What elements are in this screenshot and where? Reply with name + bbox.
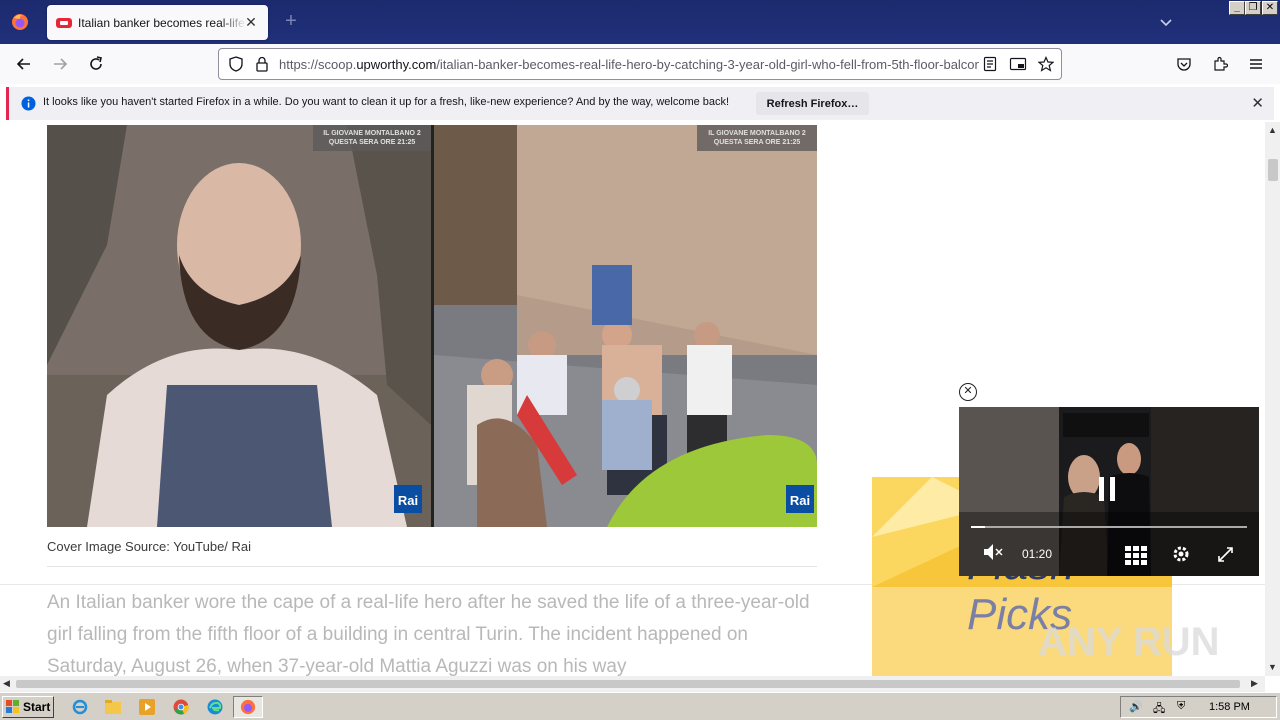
page-content: Rai IL GIOVANE MONTALBANO 2 QUESTA SERA …	[0, 122, 1265, 676]
divider	[47, 566, 817, 567]
reader-view-icon[interactable]	[979, 53, 1001, 75]
url-host: upworthy.com	[356, 57, 437, 72]
scroll-right-icon[interactable]: ▶	[1251, 678, 1258, 689]
close-window-icon[interactable]: ✕	[1262, 1, 1278, 15]
tab-close-icon[interactable]: ✕	[242, 13, 260, 31]
tab-title: Italian banker becomes real-life hero by…	[78, 15, 246, 30]
windows-logo-icon	[6, 700, 19, 713]
url-path: /italian-banker-becomes-real-life-hero-b…	[436, 57, 979, 72]
tab-active[interactable]: Italian banker becomes real-life hero by…	[47, 5, 268, 40]
firefox-taskbar-icon[interactable]	[233, 696, 263, 718]
watermark-left-line1: IL GIOVANE MONTALBANO 2	[323, 130, 421, 137]
notification-bar: It looks like you haven't started Firefo…	[6, 87, 1274, 120]
scroll-thumb[interactable]	[1268, 159, 1278, 181]
cover-image: Rai IL GIOVANE MONTALBANO 2 QUESTA SERA …	[47, 125, 817, 527]
url-bar[interactable]: https://scoop.upworthy.com/italian-banke…	[218, 48, 1062, 80]
url-text: https://scoop.upworthy.com/italian-banke…	[279, 57, 979, 72]
restore-icon[interactable]: ❐	[1245, 1, 1261, 15]
scroll-left-icon[interactable]: ◀	[3, 678, 10, 689]
tracking-protection-shield-icon[interactable]	[225, 53, 247, 75]
pocket-icon[interactable]	[1173, 53, 1195, 75]
taskbar: Start 🔊 🖧 ⛨ 1:58 PM	[0, 692, 1280, 720]
watermark-right-line2: QUESTA SERA ORE 21:25	[714, 139, 801, 146]
video-close-icon[interactable]: ✕	[959, 383, 977, 401]
back-icon[interactable]	[13, 53, 35, 75]
anyrun-watermark: ANY RUN	[1038, 610, 1238, 670]
watermark-right-line1: IL GIOVANE MONTALBANO 2	[708, 130, 806, 137]
volume-icon[interactable]: 🔊	[1129, 700, 1143, 713]
vertical-scrollbar[interactable]: ▲ ▼	[1265, 122, 1280, 676]
firefox-menu-icon[interactable]	[0, 0, 40, 44]
internet-explorer-icon[interactable]	[70, 697, 90, 717]
horizontal-scrollbar[interactable]: ◀ ▶	[0, 676, 1265, 692]
rai-logo-right: Rai	[790, 493, 810, 508]
upworthy-favicon-icon	[56, 17, 72, 28]
image-caption: Cover Image Source: YouTube/ Rai	[47, 539, 252, 554]
security-icon[interactable]: ⛨	[1177, 700, 1185, 713]
info-icon	[21, 96, 36, 111]
watermark-left-line2: QUESTA SERA ORE 21:25	[329, 139, 416, 146]
tab-strip: Italian banker becomes real-life hero by…	[0, 0, 1280, 44]
picture-in-picture-icon[interactable]	[1007, 53, 1029, 75]
reload-icon[interactable]	[85, 53, 107, 75]
video-time: 01:20	[1022, 547, 1053, 561]
network-icon[interactable]: 🖧	[1153, 700, 1165, 719]
minimize-icon[interactable]: _	[1229, 1, 1245, 15]
navigation-toolbar: https://scoop.upworthy.com/italian-banke…	[0, 44, 1280, 84]
lock-icon[interactable]	[251, 53, 273, 75]
extensions-icon[interactable]	[1209, 53, 1231, 75]
notification-close-icon[interactable]: ✕	[1251, 94, 1264, 112]
file-explorer-icon[interactable]	[103, 697, 123, 717]
url-prefix: https://scoop.	[279, 57, 357, 72]
app-menu-icon[interactable]	[1245, 53, 1267, 75]
list-all-tabs-icon[interactable]	[1156, 12, 1176, 32]
new-tab-icon[interactable]: +	[280, 10, 302, 32]
article-body: An Italian banker wore the cape of a rea…	[47, 592, 810, 676]
bookmark-star-icon[interactable]	[1035, 53, 1057, 75]
start-label: Start	[23, 700, 51, 714]
floating-video-player[interactable]: 01:20	[959, 407, 1259, 576]
media-player-icon[interactable]	[137, 697, 157, 717]
rai-logo-left: Rai	[398, 493, 418, 508]
refresh-firefox-button[interactable]: Refresh Firefox…	[756, 92, 869, 115]
forward-icon[interactable]	[49, 53, 71, 75]
chrome-icon[interactable]	[171, 697, 191, 717]
screen: Italian banker becomes real-life hero by…	[0, 0, 1280, 720]
scroll-down-icon[interactable]: ▼	[1268, 662, 1277, 672]
notification-message: It looks like you haven't started Firefo…	[43, 96, 730, 108]
scroll-thumb-horizontal[interactable]	[16, 680, 1240, 688]
start-button[interactable]: Start	[2, 696, 54, 718]
scroll-up-icon[interactable]: ▲	[1268, 125, 1277, 135]
system-tray: 🔊 🖧 ⛨ 1:58 PM	[1120, 696, 1277, 718]
clock[interactable]: 1:58 PM	[1209, 701, 1250, 713]
edge-icon[interactable]	[205, 697, 225, 717]
watermark-text: ANY RUN	[1038, 620, 1220, 664]
